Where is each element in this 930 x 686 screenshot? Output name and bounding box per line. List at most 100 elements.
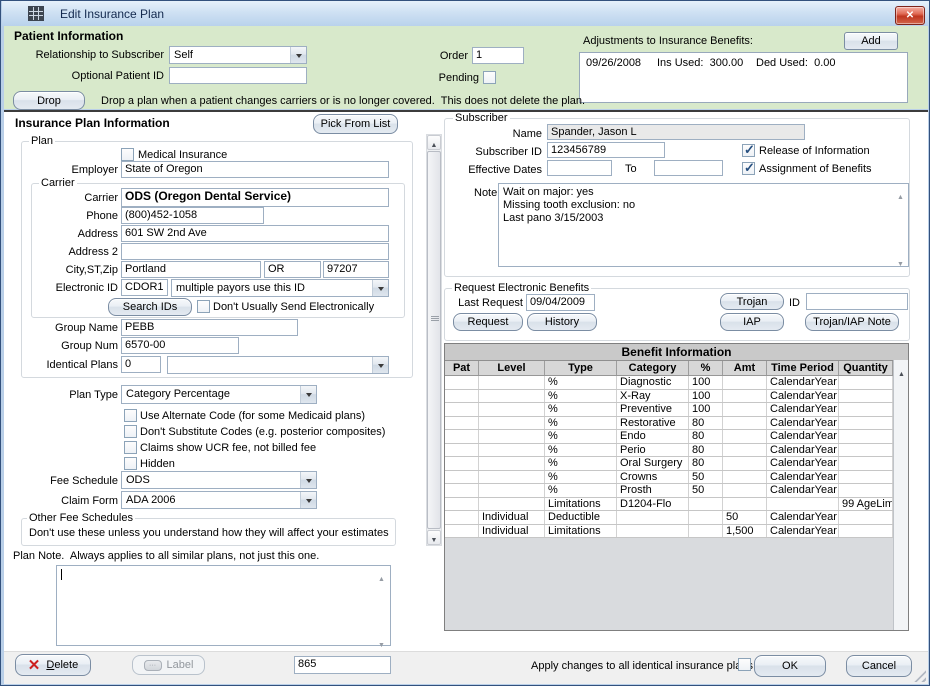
claim-form-select[interactable]: ADA 2006 [121, 491, 317, 509]
plan-type-select[interactable]: Category Percentage [121, 385, 317, 404]
chevron-down-icon[interactable] [300, 386, 316, 403]
benefit-cell: Deductible [545, 511, 617, 524]
subscriber-id-field[interactable]: 123456789 [547, 142, 665, 158]
add-adjustment-button[interactable]: Add [844, 32, 898, 50]
trojan-button[interactable]: Trojan [720, 293, 784, 310]
apply-all-label: Apply changes to all identical insurance… [531, 660, 753, 673]
close-button[interactable]: ✕ [895, 6, 925, 25]
release-of-information-checkbox[interactable] [742, 144, 755, 157]
dont-send-electronically-checkbox[interactable] [197, 300, 210, 313]
request-button[interactable]: Request [453, 313, 523, 331]
benefit-cell [479, 457, 545, 470]
ok-button[interactable]: OK [754, 655, 826, 677]
benefit-row[interactable]: IndividualLimitations1,500CalendarYear [445, 525, 893, 539]
phone-field[interactable]: (800)452-1058 [121, 207, 264, 224]
benefit-row[interactable]: %Oral Surgery80CalendarYear [445, 457, 893, 471]
medical-insurance-checkbox[interactable] [121, 148, 134, 161]
relationship-select[interactable]: Self [169, 46, 307, 64]
plan-note-scroll-up-icon[interactable] [378, 568, 385, 586]
benefit-row[interactable]: %Perio80CalendarYear [445, 444, 893, 458]
state-field[interactable]: OR [264, 261, 321, 278]
benefit-row[interactable]: %Crowns50CalendarYear [445, 471, 893, 485]
benefit-cell: Individual [479, 525, 545, 538]
benefit-column-header: Amt [723, 361, 767, 375]
benefit-row[interactable]: %Restorative80CalendarYear [445, 417, 893, 431]
identical-plans-label: Identical Plans [21, 359, 118, 372]
chevron-down-icon[interactable] [372, 280, 388, 296]
adjustment-ded-used[interactable]: Ded Used: 0.00 [756, 57, 836, 70]
chevron-down-icon[interactable] [290, 47, 306, 63]
benefit-row[interactable]: IndividualDeductible50CalendarYear [445, 511, 893, 525]
electronic-id-field[interactable]: CDOR1 [121, 279, 168, 296]
employer-field[interactable]: State of Oregon [121, 161, 389, 178]
chevron-down-icon[interactable] [372, 357, 388, 373]
note-scroll-up-icon[interactable] [897, 186, 904, 204]
last-request-field[interactable]: 09/04/2009 [526, 294, 595, 311]
pending-checkbox[interactable] [483, 71, 496, 84]
benefit-cell [445, 376, 479, 389]
group-num-label: Group Num [21, 340, 118, 353]
benefit-row[interactable]: %Diagnostic100CalendarYear [445, 376, 893, 390]
effective-from-field[interactable] [547, 160, 612, 176]
hidden-checkbox[interactable] [124, 457, 137, 470]
order-field[interactable]: 1 [472, 47, 524, 64]
drop-button[interactable]: Drop [13, 91, 85, 110]
adjustments-listbox[interactable]: 09/26/2008 Ins Used: 300.00 Ded Used: 0.… [579, 52, 908, 103]
benefit-table-title: Benefit Information [445, 344, 908, 361]
payor-id-select[interactable]: multiple payors use this ID [171, 279, 389, 297]
subscriber-note-textarea[interactable]: Wait on major: yes Missing tooth exclusi… [498, 183, 909, 267]
pick-from-list-button[interactable]: Pick From List [313, 114, 398, 134]
zip-field[interactable]: 97207 [323, 261, 389, 278]
plan-type-label: Plan Type [21, 389, 118, 402]
trojan-id-field[interactable] [806, 293, 908, 310]
left-panel-scrollbar[interactable] [426, 134, 442, 546]
search-ids-button[interactable]: Search IDs [108, 298, 192, 316]
claims-ucr-fee-checkbox[interactable] [124, 441, 137, 454]
benefit-table-scrollbar[interactable] [893, 360, 908, 630]
carrier-field[interactable]: ODS (Oregon Dental Service) [121, 188, 389, 207]
identical-plans-select[interactable] [167, 356, 389, 374]
chevron-down-icon[interactable] [300, 492, 316, 508]
group-num-field[interactable]: 6570-00 [121, 337, 239, 354]
adjustment-date[interactable]: 09/26/2008 [586, 57, 641, 70]
assignment-of-benefits-checkbox[interactable] [742, 162, 755, 175]
note-scroll-down-icon[interactable] [897, 253, 904, 271]
city-field[interactable]: Portland [121, 261, 261, 278]
dont-substitute-codes-checkbox[interactable] [124, 425, 137, 438]
benefit-information-table: Benefit Information PatLevelTypeCategory… [444, 343, 909, 631]
benefit-row[interactable]: %Endo80CalendarYear [445, 430, 893, 444]
address-field[interactable]: 601 SW 2nd Ave [121, 225, 389, 242]
release-of-information-label: Release of Information [759, 145, 870, 158]
benefit-row[interactable]: %X-Ray100CalendarYear [445, 390, 893, 404]
benefit-cell: D1204-Flo [617, 498, 689, 511]
plan-note-textarea[interactable] [56, 565, 391, 646]
city-st-zip-label: City,ST,Zip [21, 264, 118, 277]
employer-label: Employer [21, 164, 118, 177]
scroll-down-icon[interactable] [427, 530, 441, 545]
table-scroll-up-icon[interactable] [898, 363, 905, 381]
scrollbar-thumb[interactable] [427, 151, 441, 529]
use-alternate-code-checkbox[interactable] [124, 409, 137, 422]
plan-number-field[interactable]: 865 [294, 656, 391, 674]
benefit-row[interactable]: %Preventive100CalendarYear [445, 403, 893, 417]
apply-all-checkbox[interactable] [738, 658, 751, 671]
delete-button[interactable]: Delete [15, 654, 91, 676]
benefit-cell [445, 390, 479, 403]
trojan-iap-note-button[interactable]: Trojan/IAP Note [805, 313, 899, 331]
identical-plans-field[interactable]: 0 [121, 356, 161, 373]
adjustment-ins-used[interactable]: Ins Used: 300.00 [657, 57, 743, 70]
cancel-button[interactable]: Cancel [846, 655, 912, 677]
benefit-row[interactable]: LimitationsD1204-Flo99 AgeLimit [445, 498, 893, 512]
address2-field[interactable] [121, 243, 389, 260]
scroll-up-icon[interactable] [427, 135, 441, 150]
plan-note-scroll-down-icon[interactable] [378, 634, 385, 652]
title-bar[interactable]: Edit Insurance Plan ✕ [2, 1, 929, 26]
optional-patient-id-field[interactable] [169, 67, 307, 84]
effective-to-field[interactable] [654, 160, 723, 176]
history-button[interactable]: History [527, 313, 597, 331]
iap-button[interactable]: IAP [720, 313, 784, 331]
chevron-down-icon[interactable] [300, 472, 316, 488]
group-name-field[interactable]: PEBB [121, 319, 298, 336]
fee-schedule-select[interactable]: ODS [121, 471, 317, 489]
benefit-row[interactable]: %Prosth50CalendarYear [445, 484, 893, 498]
